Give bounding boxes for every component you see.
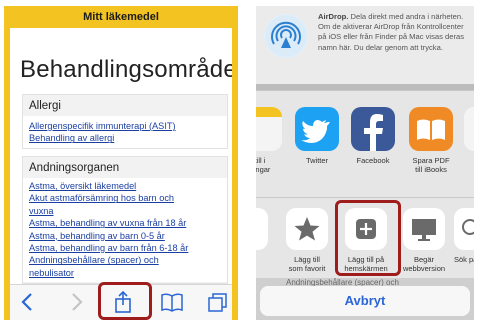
book-icon[interactable] <box>160 291 184 313</box>
action-request-desktop[interactable]: Begär webbversion <box>396 208 452 274</box>
share-apps-row: till i ningar Twitter Facebook <box>256 90 474 198</box>
airdrop-title: AirDrop. <box>318 12 349 21</box>
twitter-icon <box>295 107 339 151</box>
section-allergi: Allergi Allergenspecifik immunterapi (AS… <box>22 94 228 149</box>
action-label: som favorit <box>288 264 326 274</box>
action-label: Sök på <box>454 255 474 264</box>
action-partial[interactable] <box>256 208 268 250</box>
notes-icon <box>256 107 282 151</box>
add-to-home-highlight <box>335 200 401 276</box>
section-heading: Allergi <box>23 95 227 116</box>
app-label: Spara PDF <box>412 156 450 165</box>
action-label: webbversion <box>402 264 446 274</box>
share-app-notes[interactable]: till i ningar <box>256 107 290 175</box>
link-nebulisator[interactable]: nebulisator <box>29 267 221 279</box>
airdrop-icon[interactable] <box>264 14 308 58</box>
link-astma-barn-0-5[interactable]: Astma, behandling av barn 0-5 år <box>29 230 221 242</box>
link-astma-barn-6-18[interactable]: Astma, behandling av barn från 6-18 år <box>29 242 221 254</box>
link-akut-astma-cont[interactable]: vuxna <box>29 205 221 217</box>
link-behandling-allergi[interactable]: Behandling av allergi <box>29 132 221 144</box>
link-astma-vuxna[interactable]: Astma, behandling av vuxna från 18 år <box>29 217 221 229</box>
airdrop-panel: AirDrop. Dela direkt med andra i närhete… <box>256 6 474 84</box>
section-andningsorganen: Andningsorganen Astma, översikt läkemede… <box>22 156 228 284</box>
tabs-icon[interactable] <box>206 291 230 313</box>
action-label: Begär <box>413 255 434 264</box>
app-label: Facebook <box>356 156 390 165</box>
share-app-twitter[interactable]: Twitter <box>292 107 342 165</box>
facebook-icon <box>351 107 395 151</box>
chevron-left-icon[interactable] <box>16 291 40 313</box>
partial-icon <box>256 208 268 250</box>
action-search-page[interactable]: Sök på <box>454 208 474 264</box>
left-phone-screen: Mitt läkemedel Behandlingsområden Allerg… <box>4 6 238 320</box>
share-button-highlight <box>98 282 152 320</box>
partial-app-icon <box>464 107 474 151</box>
chevron-right-icon[interactable] <box>64 291 88 313</box>
section-heading: Andningsorganen <box>23 157 227 178</box>
ibooks-icon <box>409 107 453 151</box>
share-app-facebook[interactable]: Facebook <box>348 107 398 165</box>
page-title: Behandlingsområden <box>20 56 238 83</box>
desktop-icon <box>403 208 445 250</box>
action-add-favorite[interactable]: Lägg till som favorit <box>282 208 332 274</box>
app-label: till i <box>256 156 266 165</box>
star-icon <box>286 208 328 250</box>
app-label: Twitter <box>305 156 329 165</box>
link-asit[interactable]: Allergenspecifik immunterapi (ASIT) <box>29 120 221 132</box>
app-label: ningar <box>256 165 271 175</box>
search-icon <box>454 208 474 250</box>
link-andningsbehallare[interactable]: Andningsbehållare (spacer) och <box>29 254 221 266</box>
link-akut-astma[interactable]: Akut astmaförsämring hos barn och <box>29 192 221 204</box>
cancel-button[interactable]: Avbryt <box>260 286 470 316</box>
action-label: Lägg till <box>294 255 320 264</box>
link-astma-oversikt[interactable]: Astma, översikt läkemedel <box>29 180 221 192</box>
share-app-partial[interactable] <box>464 107 474 151</box>
share-app-ibooks[interactable]: Spara PDF till iBooks <box>404 107 458 175</box>
site-header: Mitt läkemedel <box>10 6 232 28</box>
app-label: till iBooks <box>415 165 447 175</box>
